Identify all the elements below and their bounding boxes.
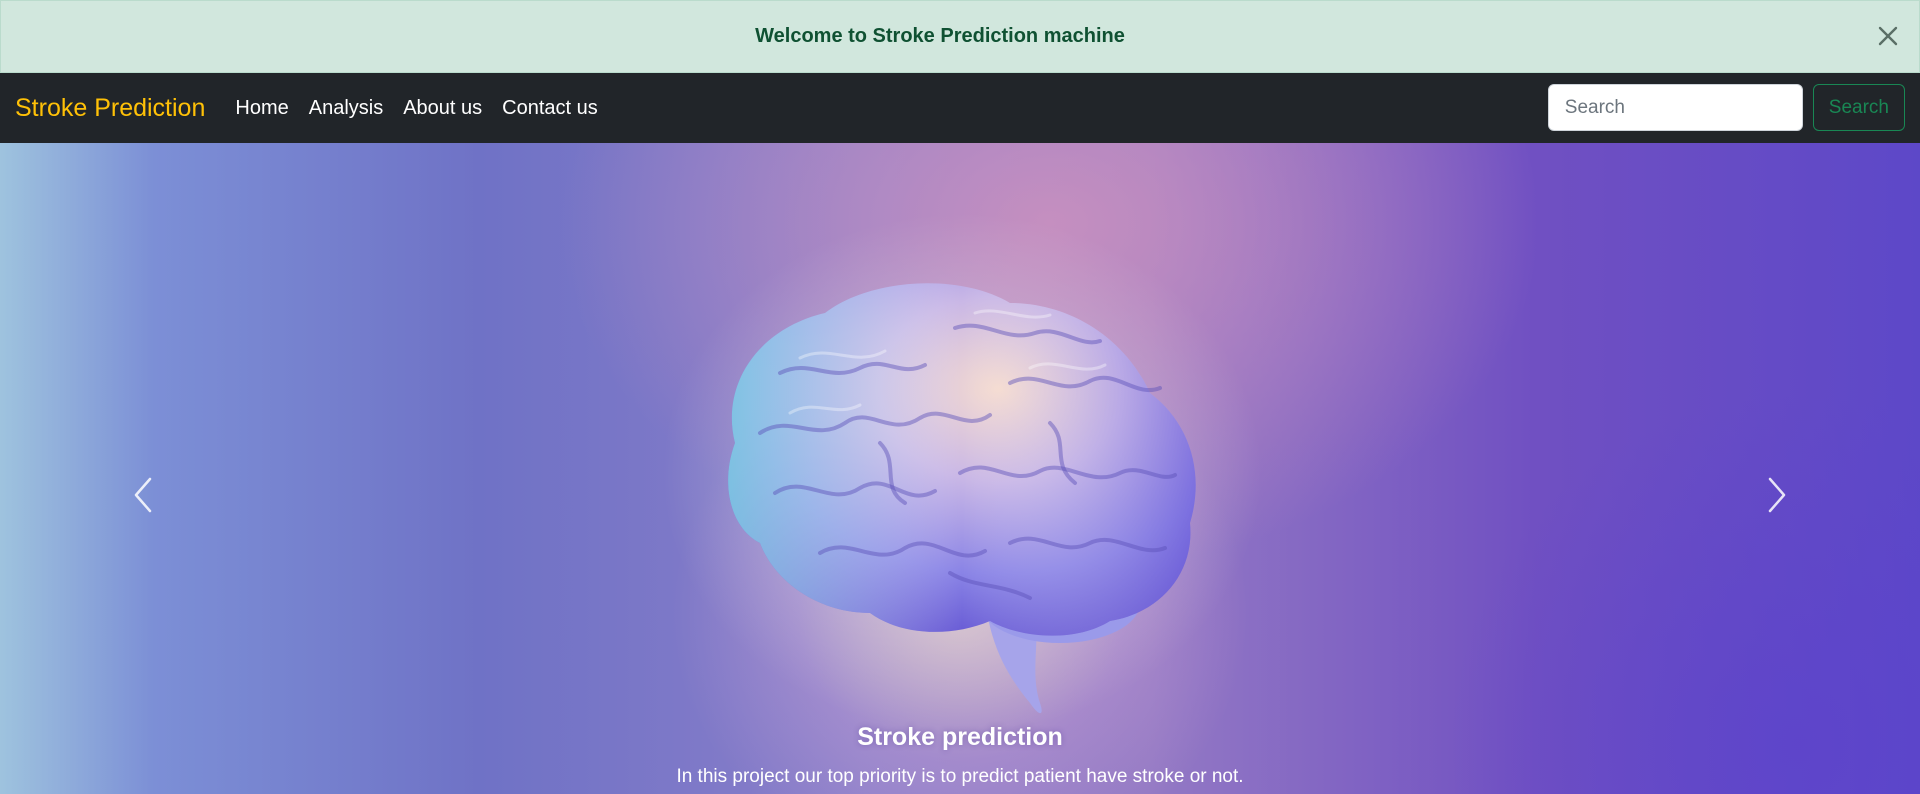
nav-link-home[interactable]: Home xyxy=(235,97,288,120)
nav-links: Home Analysis About us Contact us xyxy=(235,97,617,120)
search-input[interactable] xyxy=(1547,84,1803,131)
search-form: Search xyxy=(1547,84,1905,131)
chevron-right-icon[interactable] xyxy=(1756,473,1796,517)
carousel: Stroke prediction In this project our to… xyxy=(0,143,1920,794)
alert-message: Welcome to Stroke Prediction machine xyxy=(755,25,1125,47)
brain-image xyxy=(662,213,1262,733)
nav-link-contact-us[interactable]: Contact us xyxy=(502,97,598,120)
close-icon[interactable] xyxy=(1873,21,1903,51)
nav-link-analysis[interactable]: Analysis xyxy=(309,97,383,120)
brand-link[interactable]: Stroke Prediction xyxy=(15,94,205,123)
navbar: Stroke Prediction Home Analysis About us… xyxy=(0,73,1920,143)
nav-link-about-us[interactable]: About us xyxy=(403,97,482,120)
search-button[interactable]: Search xyxy=(1812,84,1905,131)
chevron-left-icon[interactable] xyxy=(124,473,164,517)
carousel-caption: Stroke prediction In this project our to… xyxy=(0,723,1920,788)
caption-text: In this project our top priority is to p… xyxy=(676,766,1244,787)
welcome-alert: Welcome to Stroke Prediction machine xyxy=(0,0,1920,73)
caption-title: Stroke prediction xyxy=(857,723,1063,751)
